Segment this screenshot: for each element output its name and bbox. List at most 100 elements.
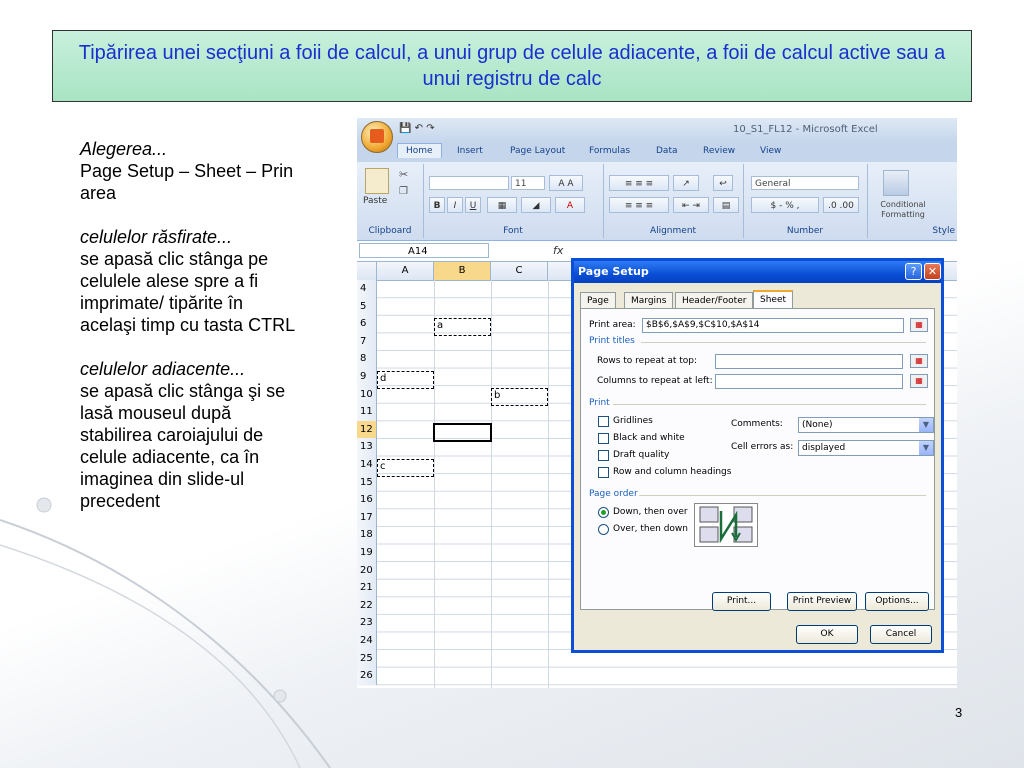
rows-repeat-input[interactable] [715,354,903,369]
italic-button[interactable]: I [447,197,463,213]
row-header-4[interactable]: 4 [357,280,377,298]
black-white-checkbox[interactable] [598,433,609,444]
copy-icon[interactable]: ❐ [399,186,408,197]
print-heading: Print [589,398,610,408]
over-then-down-radio[interactable] [598,524,609,535]
row-header-22[interactable]: 22 [357,596,377,615]
row-header-18[interactable]: 18 [357,526,377,544]
cut-icon[interactable]: ✂ [399,168,408,181]
comments-select[interactable]: (None) ▼ [798,417,934,433]
print-area-input[interactable]: $B$6,$A$9,$C$10,$A$14 [642,318,904,333]
down-then-over-radio[interactable] [598,507,609,518]
draft-quality-checkbox[interactable] [598,450,609,461]
tab-sheet[interactable]: Sheet [753,290,794,309]
gridlines-checkbox[interactable] [598,416,609,427]
chevron-down-icon[interactable]: ▼ [919,441,933,455]
row-header-10[interactable]: 10 [357,385,377,404]
horizontal-align-buttons[interactable]: ≡ ≡ ≡ [609,197,669,213]
cancel-button[interactable]: Cancel [870,625,932,644]
tab-insert[interactable]: Insert [457,146,483,156]
paste-icon[interactable] [365,168,389,194]
font-name-box[interactable] [429,176,509,190]
selected-cell-c10[interactable]: b [491,388,548,406]
selected-cell-a9[interactable]: d [377,371,434,389]
number-format-box[interactable]: General [751,176,859,190]
row-header-26[interactable]: 26 [357,667,377,685]
row-header-6[interactable]: 6 [357,315,377,333]
tab-view[interactable]: View [760,146,781,156]
print-preview-button[interactable]: Print Preview [787,592,857,611]
selected-cell-a14[interactable]: c [377,459,434,477]
row-header-13[interactable]: 13 [357,438,377,456]
column-header-b[interactable]: B [434,262,491,280]
underline-button[interactable]: U [465,197,481,213]
wrap-text-button[interactable]: ↩ [713,175,733,191]
currency-percent-buttons[interactable]: $ - % , [751,197,819,213]
conditional-formatting-button[interactable]: Conditional Formatting [873,200,933,220]
tab-review[interactable]: Review [703,146,735,156]
row-header-21[interactable]: 21 [357,579,377,597]
row-header-20[interactable]: 20 [357,561,377,580]
fill-color-button[interactable]: ◢ [521,197,551,213]
redo-icon[interactable]: ↷ [426,123,434,134]
close-icon[interactable]: ✕ [924,263,941,280]
row-header-14[interactable]: 14 [357,456,377,474]
help-icon[interactable]: ? [905,263,922,280]
orientation-button[interactable]: ↗ [673,175,699,191]
window-title: 10_S1_FL12 - Microsoft Excel [733,124,878,135]
row-header-25[interactable]: 25 [357,649,377,668]
tab-formulas[interactable]: Formulas [589,146,630,156]
row-header-5[interactable]: 5 [357,297,377,316]
tab-page[interactable]: Page [580,292,616,308]
save-icon[interactable]: 💾 [399,123,411,134]
indent-buttons[interactable]: ⇤ ⇥ [673,197,709,213]
quick-access-toolbar[interactable]: 💾 ↶ ↷ [399,123,435,134]
row-header-17[interactable]: 17 [357,508,377,527]
selected-cell-b6[interactable]: a [434,318,491,336]
tab-margins[interactable]: Margins [624,292,674,308]
row-header-9[interactable]: 9 [357,368,377,386]
fx-icon[interactable]: fx [553,244,563,257]
tab-home[interactable]: Home [397,143,442,158]
cols-repeat-input[interactable] [715,374,903,389]
active-cell-b12[interactable] [433,423,492,442]
name-box[interactable]: A14 [359,243,489,258]
collapse-dialog-icon[interactable]: ▦ [910,374,928,388]
undo-icon[interactable]: ↶ [415,123,423,134]
merge-button[interactable]: ▤ [713,197,739,213]
row-header-23[interactable]: 23 [357,614,377,632]
row-header-19[interactable]: 19 [357,544,377,562]
row-header-12[interactable]: 12 [357,420,377,439]
office-button[interactable] [361,121,393,153]
paste-button[interactable]: Paste [363,196,387,206]
row-header-11[interactable]: 11 [357,403,377,421]
row-col-headings-checkbox[interactable] [598,467,609,478]
column-header-c[interactable]: C [491,262,548,280]
grow-font-button[interactable]: A A [549,175,583,191]
row-header-16[interactable]: 16 [357,491,377,509]
collapse-dialog-icon[interactable]: ▦ [910,354,928,368]
print-button[interactable]: Print... [712,592,771,611]
gridlines-label: Gridlines [613,416,653,426]
row-header-24[interactable]: 24 [357,632,377,650]
tab-page-layout[interactable]: Page Layout [510,146,565,156]
column-header-a[interactable]: A [377,262,434,280]
row-header-7[interactable]: 7 [357,332,377,351]
options-button[interactable]: Options... [865,592,929,611]
tab-header-footer[interactable]: Header/Footer [675,292,754,308]
bold-button[interactable]: B [429,197,445,213]
decimal-buttons[interactable]: .0 .00 [823,197,859,213]
borders-button[interactable]: ▦ [487,197,517,213]
row-header-15[interactable]: 15 [357,473,377,492]
collapse-dialog-icon[interactable]: ▦ [910,318,928,332]
row-header-8[interactable]: 8 [357,350,377,368]
cell-errors-select[interactable]: displayed ▼ [798,440,934,456]
vertical-align-buttons[interactable]: ≡ ≡ ≡ [609,175,669,191]
ok-button[interactable]: OK [796,625,858,644]
select-all-corner[interactable] [357,262,377,280]
tab-data[interactable]: Data [656,146,678,156]
conditional-formatting-icon[interactable] [883,170,909,196]
font-size-box[interactable]: 11 [511,176,545,190]
font-color-button[interactable]: A [555,197,585,213]
chevron-down-icon[interactable]: ▼ [919,418,933,432]
